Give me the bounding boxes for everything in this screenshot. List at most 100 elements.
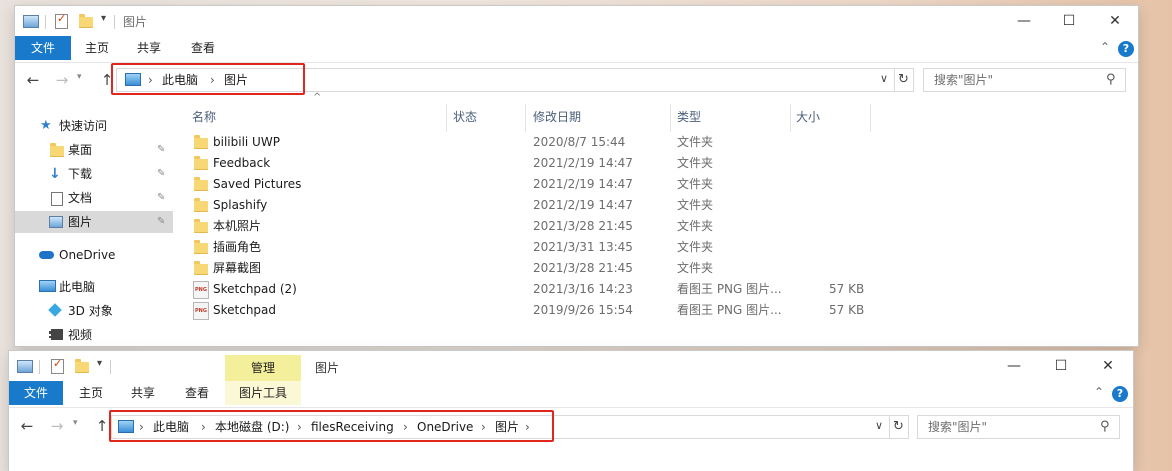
sidebar-item-label: 桌面 xyxy=(68,143,93,157)
search-icon[interactable]: ⚲ xyxy=(1106,69,1116,91)
collapse-ribbon-icon[interactable]: ⌃ xyxy=(1094,385,1104,399)
table-row[interactable]: 插画角色 2021/3/31 13:45 文件夹 xyxy=(190,237,890,258)
help-icon[interactable]: ? xyxy=(1118,41,1134,57)
column-header-name[interactable]: 名称 xyxy=(192,102,216,132)
table-row[interactable]: bilibili UWP 2020/8/7 15:44 文件夹 xyxy=(190,132,890,153)
ribbon-tabs: 文件 主页 共享 查看 ⌃ ? xyxy=(15,36,1138,63)
sidebar-item-documents[interactable]: 文档 ✎ xyxy=(15,187,173,209)
sidebar-item-3d-objects[interactable]: 3D 对象 xyxy=(15,300,173,322)
table-row[interactable]: 本机照片 2021/3/28 21:45 文件夹 xyxy=(190,216,890,237)
modified-date: 2021/3/16 14:23 xyxy=(533,282,633,296)
sidebar-item-label: 图片 xyxy=(68,215,93,229)
column-header-status[interactable]: 状态 xyxy=(453,102,477,132)
refresh-icon: ↻ xyxy=(893,419,904,434)
maximize-button[interactable]: ☐ xyxy=(1038,351,1084,381)
quick-access-divider xyxy=(39,360,40,374)
tab-view[interactable]: 查看 xyxy=(179,36,227,60)
forward-button[interactable]: → xyxy=(47,416,67,436)
folder-icon xyxy=(194,240,208,254)
sidebar-item-desktop[interactable]: 桌面 ✎ xyxy=(15,139,173,161)
file-name: 插画角色 xyxy=(213,240,262,254)
file-name: Feedback xyxy=(213,156,271,170)
tab-home[interactable]: 主页 xyxy=(67,381,115,405)
help-icon[interactable]: ? xyxy=(1112,386,1128,402)
table-row[interactable]: Feedback 2021/2/19 14:47 文件夹 xyxy=(190,153,890,174)
tab-share[interactable]: 共享 xyxy=(119,381,167,405)
column-header-size[interactable]: 大小 xyxy=(796,102,820,132)
file-type: 文件夹 xyxy=(677,135,714,149)
back-button[interactable]: ← xyxy=(17,416,37,436)
tab-file[interactable]: 文件 xyxy=(9,381,63,405)
properties-icon[interactable]: ✓ xyxy=(55,12,68,29)
modified-date: 2021/3/28 21:45 xyxy=(533,261,633,275)
sidebar-item-this-pc[interactable]: 此电脑 xyxy=(15,276,173,298)
address-highlight xyxy=(109,410,554,442)
modified-date: 2021/2/19 14:47 xyxy=(533,156,633,170)
sidebar-item-pictures[interactable]: 图片 ✎ xyxy=(15,211,173,233)
table-row[interactable]: PNG Sketchpad 2019/9/26 15:54 看图王 PNG 图片...… xyxy=(190,300,890,321)
table-row[interactable]: Saved Pictures 2021/2/19 14:47 文件夹 xyxy=(190,174,890,195)
file-type: 看图王 PNG 图片... xyxy=(677,282,782,296)
tab-file[interactable]: 文件 xyxy=(15,36,71,60)
folder-icon xyxy=(194,219,208,233)
refresh-button[interactable]: ↻ xyxy=(894,68,914,92)
tab-share[interactable]: 共享 xyxy=(125,36,173,60)
address-dropdown-icon[interactable]: ∨ xyxy=(880,69,888,89)
search-input[interactable]: 搜索"图片" ⚲ xyxy=(923,68,1126,92)
file-type: 文件夹 xyxy=(677,177,714,191)
column-divider[interactable] xyxy=(446,104,447,132)
table-row[interactable]: Splashify 2021/2/19 14:47 文件夹 xyxy=(190,195,890,216)
maximize-button[interactable]: ☐ xyxy=(1046,6,1092,36)
refresh-button[interactable]: ↻ xyxy=(889,415,909,439)
file-name: Splashify xyxy=(213,198,268,212)
search-icon[interactable]: ⚲ xyxy=(1100,416,1110,438)
column-divider[interactable] xyxy=(670,104,671,132)
explorer-window-bottom: ✓ ▾ 管理 图片 — ☐ ✕ 文件 主页 共享 查看 图片工具 ⌃ ? ← →… xyxy=(9,351,1133,471)
title-bar: ✓ ▾ 管理 图片 — ☐ ✕ xyxy=(9,351,1133,381)
properties-icon[interactable]: ✓ xyxy=(51,357,64,374)
recent-locations-icon[interactable]: ▾ xyxy=(77,72,82,82)
back-button[interactable]: ← xyxy=(23,70,43,90)
sidebar-item-onedrive[interactable]: OneDrive xyxy=(15,244,173,266)
explorer-app-icon xyxy=(23,15,39,28)
tab-picture-tools[interactable]: 图片工具 xyxy=(225,381,301,405)
column-header-type[interactable]: 类型 xyxy=(677,102,701,132)
file-type: 文件夹 xyxy=(677,156,714,170)
contextual-tab-manage[interactable]: 管理 xyxy=(225,355,301,381)
new-folder-icon[interactable] xyxy=(75,359,89,373)
title-divider xyxy=(114,15,115,29)
tab-view[interactable]: 查看 xyxy=(173,381,221,405)
file-type: 文件夹 xyxy=(677,240,714,254)
column-divider[interactable] xyxy=(525,104,526,132)
column-divider[interactable] xyxy=(870,104,871,132)
sidebar-item-label: 视频 xyxy=(68,328,93,342)
sidebar-item-label: 快速访问 xyxy=(59,119,108,133)
recent-locations-icon[interactable]: ▾ xyxy=(73,418,78,428)
sidebar-item-videos[interactable]: 视频 xyxy=(15,324,173,346)
title-bar: ✓ ▾ 图片 — ☐ ✕ xyxy=(15,6,1138,36)
column-header-date[interactable]: 修改日期 xyxy=(533,102,581,132)
minimize-button[interactable]: — xyxy=(1001,6,1047,36)
forward-button[interactable]: → xyxy=(52,70,72,90)
table-row[interactable]: PNG Sketchpad (2) 2021/3/16 14:23 看图王 PNG 图… xyxy=(190,279,890,300)
explorer-app-icon xyxy=(17,360,33,373)
pin-icon: ✎ xyxy=(157,192,166,203)
address-dropdown-icon[interactable]: ∨ xyxy=(875,416,883,436)
search-input[interactable]: 搜索"图片" ⚲ xyxy=(917,415,1120,439)
sidebar-item-downloads[interactable]: ↓ 下载 ✎ xyxy=(15,163,173,185)
sidebar-item-quick-access[interactable]: ★ 快速访问 xyxy=(15,115,173,137)
file-name: 屏幕截图 xyxy=(213,261,262,275)
column-divider[interactable] xyxy=(790,104,791,132)
file-type: 看图王 PNG 图片... xyxy=(677,303,782,317)
new-folder-icon[interactable] xyxy=(79,14,93,28)
qat-dropdown-icon[interactable]: ▾ xyxy=(101,13,106,24)
close-button[interactable]: ✕ xyxy=(1085,351,1131,381)
file-type: 文件夹 xyxy=(677,261,714,275)
title-divider xyxy=(110,360,111,374)
tab-home[interactable]: 主页 xyxy=(73,36,121,60)
collapse-ribbon-icon[interactable]: ⌃ xyxy=(1100,40,1110,54)
qat-dropdown-icon[interactable]: ▾ xyxy=(97,358,102,369)
table-row[interactable]: 屏幕截图 2021/3/28 21:45 文件夹 xyxy=(190,258,890,279)
minimize-button[interactable]: — xyxy=(991,351,1037,381)
close-button[interactable]: ✕ xyxy=(1092,6,1138,36)
